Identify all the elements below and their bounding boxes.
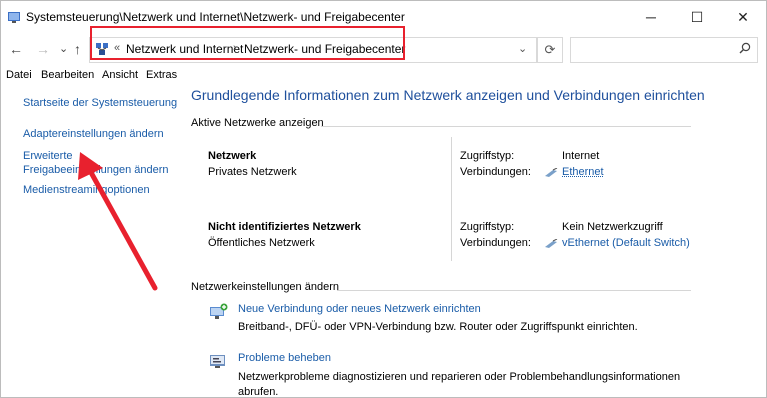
network-settings-title: Netzwerkeinstellungen ändern (191, 281, 339, 293)
active-networks-title: Aktive Netzwerke anzeigen (191, 117, 324, 129)
connections-label: Verbindungen: (460, 166, 531, 178)
refresh-icon: ⟳ (544, 42, 556, 57)
connection-link-ethernet[interactable]: Ethernet (562, 166, 604, 178)
access-type-label: Zugriffstyp: (460, 221, 515, 233)
troubleshoot-icon (210, 355, 225, 368)
connection-link-vethernet[interactable]: vEthernet (Default Switch) (562, 237, 690, 249)
menu-ansicht[interactable]: Ansicht (102, 69, 138, 81)
page-title: Grundlegende Informationen zum Netzwerk … (191, 87, 705, 103)
sidebar-link-advanced-sharing-2[interactable]: Freigabeeinstellungen ändern (23, 162, 169, 178)
network-column-divider (451, 137, 452, 261)
recent-locations-icon[interactable]: ⌄ (59, 42, 68, 55)
sidebar-link-media-streaming[interactable]: Medienstreamingoptionen (23, 182, 150, 198)
new-connection-icon (210, 303, 228, 319)
access-type-label: Zugriffstyp: (460, 150, 515, 162)
up-arrow-icon[interactable]: ↑ (74, 41, 81, 57)
search-icon (739, 42, 751, 54)
minimize-button[interactable]: ─ (628, 1, 674, 33)
search-input[interactable] (570, 37, 758, 63)
network-name: Netzwerk (208, 150, 257, 162)
network-type[interactable]: Privates Netzwerk (208, 166, 297, 178)
access-type-value: Kein Netzwerkzugriff (562, 221, 663, 233)
task-link-troubleshoot[interactable]: Probleme beheben (238, 352, 331, 364)
section-divider (337, 290, 691, 291)
menu-bearbeiten[interactable]: Bearbeiten (41, 69, 94, 81)
task-description: Netzwerkprobleme diagnostizieren und rep… (238, 371, 681, 398)
address-dropdown-icon[interactable]: ⌄ (518, 42, 527, 55)
access-type-value: Internet (562, 150, 600, 162)
connections-label: Verbindungen: (460, 237, 531, 249)
refresh-button[interactable]: ⟳ (537, 37, 563, 63)
maximize-button[interactable]: ☐ (674, 1, 720, 33)
ethernet-icon (545, 239, 558, 248)
menu-bar: Datei Bearbeiten Ansicht Extras (1, 65, 766, 85)
window: Systemsteuerung\Netzwerk und Internet\Ne… (0, 0, 767, 398)
forward-arrow-icon[interactable]: → (36, 41, 50, 57)
task-link-new-connection[interactable]: Neue Verbindung oder neues Netzwerk einr… (238, 303, 481, 315)
task-description: Breitband-, DFÜ- oder VPN-Verbindung bzw… (238, 321, 638, 333)
network-name: Nicht identifiziertes Netzwerk (208, 221, 361, 233)
address-highlight-annotation (90, 26, 405, 60)
sidebar-link-adapter-settings[interactable]: Adaptereinstellungen ändern (23, 126, 164, 142)
window-title: Systemsteuerung\Netzwerk und Internet\Ne… (26, 10, 405, 24)
sidebar-link-home[interactable]: Startseite der Systemsteuerung (23, 95, 177, 111)
section-divider (321, 126, 691, 127)
menu-extras[interactable]: Extras (146, 69, 177, 81)
menu-datei[interactable]: Datei (6, 69, 32, 81)
back-arrow-icon[interactable]: ← (9, 41, 23, 57)
ethernet-icon (545, 168, 558, 177)
control-panel-icon (8, 12, 20, 23)
close-button[interactable]: ✕ (720, 1, 766, 33)
network-type[interactable]: Öffentliches Netzwerk (208, 237, 315, 249)
